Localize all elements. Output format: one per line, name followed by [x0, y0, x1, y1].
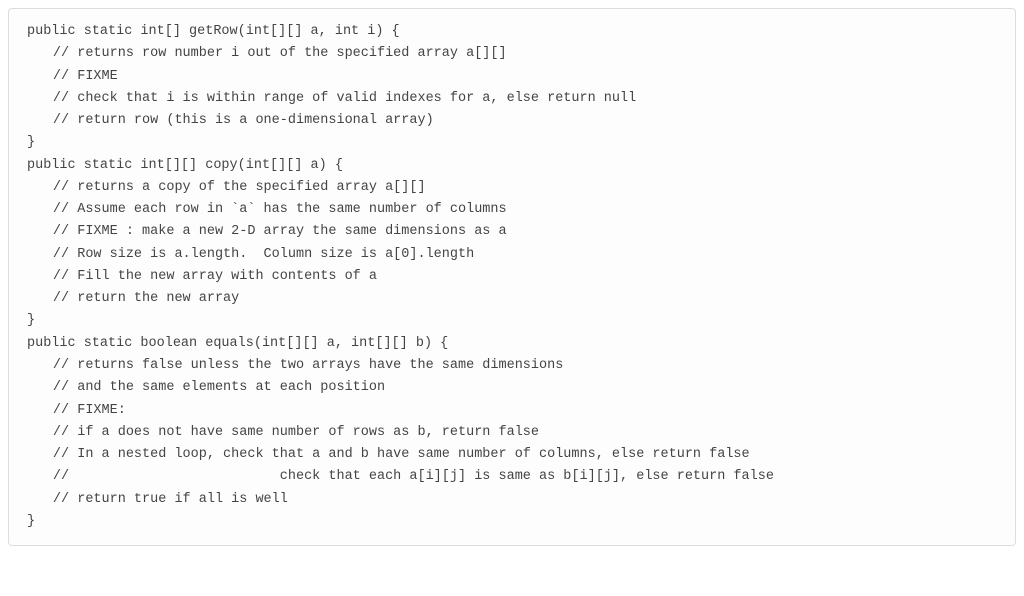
code-line: // return the new array: [27, 288, 997, 310]
code-line: // return row (this is a one-dimensional…: [27, 110, 997, 132]
code-line: public static int[] getRow(int[][] a, in…: [27, 21, 997, 43]
code-line: }: [27, 132, 997, 154]
code-line: // Row size is a.length. Column size is …: [27, 244, 997, 266]
code-line: // returns row number i out of the speci…: [27, 43, 997, 65]
code-line: // check that each a[i][j] is same as b[…: [27, 466, 997, 488]
code-line: }: [27, 511, 997, 533]
code-line: // returns false unless the two arrays h…: [27, 355, 997, 377]
code-line: // FIXME : make a new 2-D array the same…: [27, 221, 997, 243]
code-line: // check that i is within range of valid…: [27, 88, 997, 110]
code-line: // returns a copy of the specified array…: [27, 177, 997, 199]
code-block: public static int[] getRow(int[][] a, in…: [8, 8, 1016, 546]
code-line: // Assume each row in `a` has the same n…: [27, 199, 997, 221]
code-line: // if a does not have same number of row…: [27, 422, 997, 444]
code-line: // FIXME:: [27, 400, 997, 422]
code-line: // return true if all is well: [27, 489, 997, 511]
code-line: // In a nested loop, check that a and b …: [27, 444, 997, 466]
code-line: // Fill the new array with contents of a: [27, 266, 997, 288]
code-line: public static boolean equals(int[][] a, …: [27, 333, 997, 355]
code-line: public static int[][] copy(int[][] a) {: [27, 155, 997, 177]
code-line: }: [27, 310, 997, 332]
code-line: // FIXME: [27, 66, 997, 88]
code-line: // and the same elements at each positio…: [27, 377, 997, 399]
